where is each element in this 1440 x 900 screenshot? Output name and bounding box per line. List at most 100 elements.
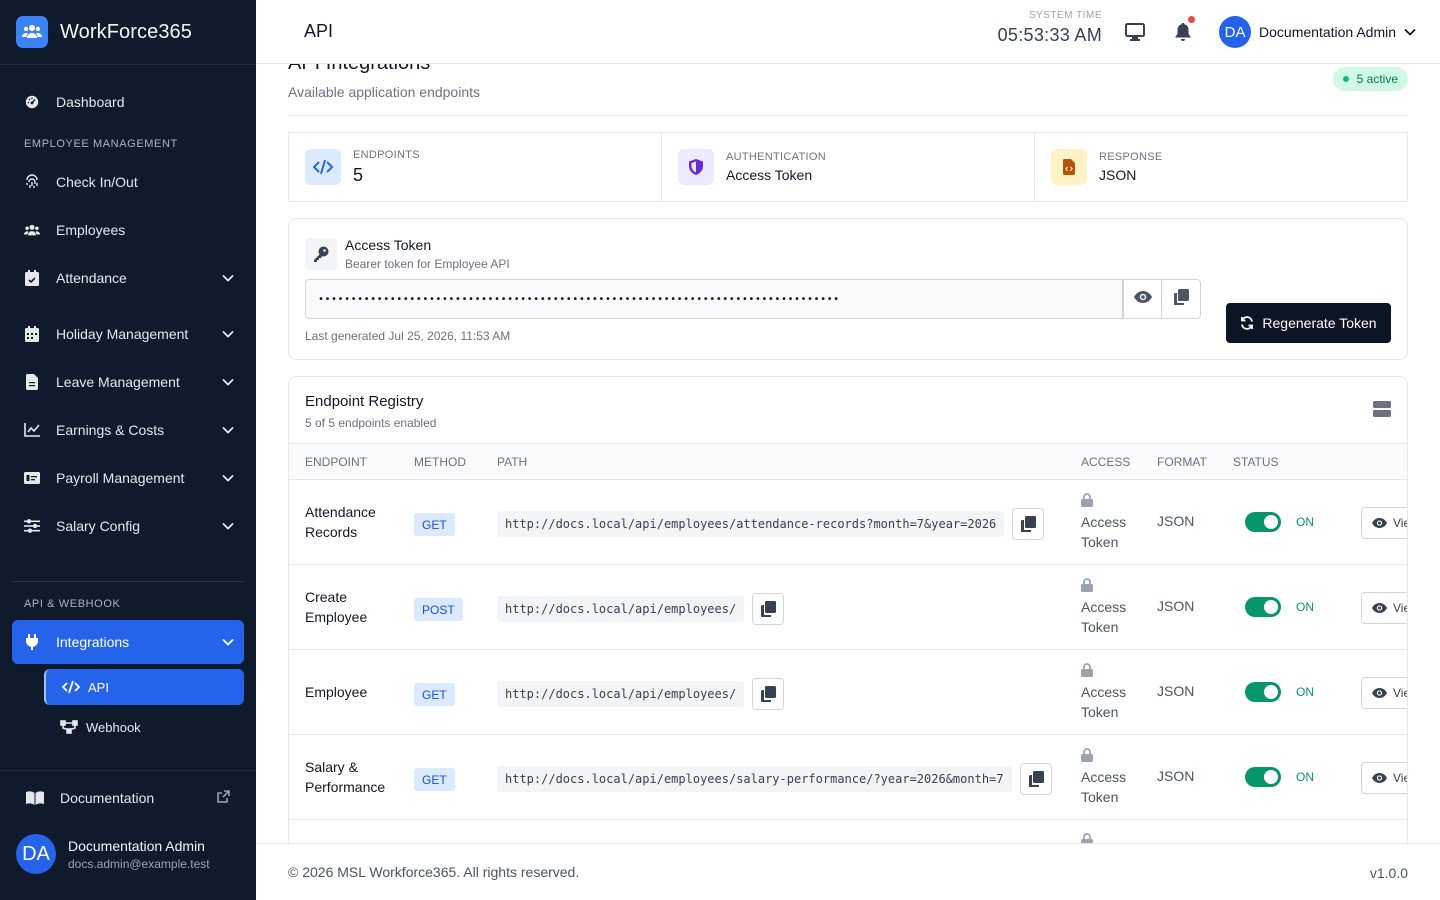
view-button[interactable]: View	[1361, 762, 1407, 794]
lock-icon	[1081, 662, 1131, 680]
lock-icon	[1081, 832, 1093, 843]
eye-icon	[1372, 518, 1387, 528]
sidebar-item-integrations[interactable]: Integrations	[12, 620, 244, 664]
sidebar-item-earnings-costs[interactable]: Earnings & Costs	[12, 406, 244, 454]
table-row: Attendance Records GET http://docs.local…	[289, 480, 1407, 565]
token-subtitle: Bearer token for Employee API	[345, 257, 510, 271]
code-icon	[62, 680, 82, 694]
sidebar-item-label: Earnings & Costs	[56, 422, 165, 438]
sidebar-item-salary-config[interactable]: Salary Config	[12, 502, 244, 550]
copyright: © 2026 MSL Workforce365. All rights rese…	[288, 864, 580, 880]
method-badge: GET	[414, 768, 455, 791]
webhook-icon	[60, 720, 80, 734]
status-toggle[interactable]	[1245, 682, 1281, 702]
view-button[interactable]: View	[1361, 677, 1407, 709]
sidebar: WorkForce365 Dashboard EMPLOYEE MANAGEME…	[0, 0, 256, 900]
access-cell: Access Token	[1081, 662, 1131, 722]
documentation-link[interactable]: Documentation	[0, 771, 256, 825]
sidebar-subitem-webhook[interactable]: Webhook	[44, 709, 244, 745]
access-label: Access Token	[1081, 769, 1127, 805]
sidebar-item-leave-management[interactable]: Leave Management	[12, 358, 244, 406]
server-icon[interactable]	[1373, 401, 1391, 419]
format-cell: JSON	[1157, 513, 1195, 529]
version: v1.0.0	[1369, 865, 1408, 881]
show-token-button[interactable]	[1123, 279, 1163, 319]
status-toggle[interactable]	[1245, 597, 1281, 617]
format-cell: JSON	[1157, 598, 1195, 614]
column-header: STATUS	[1233, 455, 1279, 469]
system-time-label: SYSTEM TIME	[1028, 10, 1102, 21]
endpoint-name: Attendance Records	[305, 504, 376, 540]
view-label: View	[1393, 516, 1407, 530]
endpoint-name: Create Employee	[305, 589, 368, 625]
file-icon	[24, 374, 40, 390]
method-badge: POST	[414, 598, 463, 621]
section-label-api: API & WEBHOOK	[24, 598, 121, 610]
copy-token-button[interactable]	[1161, 279, 1201, 319]
view-button[interactable]: View	[1361, 507, 1407, 539]
status-toggle[interactable]	[1245, 512, 1281, 532]
sidebar-item-label: Attendance	[56, 270, 127, 286]
top-header: API SYSTEM TIME 05:53:33 AM DA Documenta…	[256, 0, 1440, 64]
stat-label: AUTHENTICATION	[726, 151, 826, 163]
sidebar-item-dashboard[interactable]: Dashboard	[12, 78, 244, 126]
refresh-icon	[1240, 316, 1254, 330]
page-title: API	[304, 21, 334, 41]
sidebar-item-label: Salary Config	[56, 518, 141, 534]
stat-value: Access Token	[726, 167, 813, 183]
access-label: Access Token	[1081, 684, 1127, 720]
status-label: ON	[1296, 515, 1314, 529]
bell-icon[interactable]	[1171, 16, 1195, 44]
brand[interactable]: WorkForce365	[0, 0, 256, 65]
method-badge: GET	[414, 683, 455, 706]
status-label: ON	[1296, 685, 1314, 699]
section-title: API Integrations	[288, 64, 1408, 75]
copy-path-button[interactable]	[752, 678, 785, 710]
endpoint-name: Salary & Performance	[305, 759, 386, 795]
table-row: Employee GET http://docs.local/api/emplo…	[289, 650, 1407, 735]
chevron-down-icon	[222, 424, 234, 436]
stat-value: JSON	[1099, 167, 1137, 183]
endpoint-path: http://docs.local/api/employees/	[497, 596, 745, 622]
user-email: docs.admin@example.test	[68, 856, 210, 871]
external-link-icon	[217, 790, 230, 806]
copy-icon	[1173, 288, 1189, 310]
chevron-down-icon	[1404, 23, 1416, 41]
copy-icon	[1028, 771, 1044, 787]
column-header: PATH	[497, 455, 528, 469]
sidebar-item-employees[interactable]: Employees	[12, 206, 244, 254]
sidebar-item-check-in-out[interactable]: Check In/Out	[12, 158, 244, 206]
monitor-icon[interactable]	[1123, 20, 1147, 44]
regenerate-token-button[interactable]: Regenerate Token	[1226, 303, 1391, 343]
status-toggle[interactable]	[1245, 767, 1281, 787]
column-header: METHOD	[414, 455, 466, 469]
sidebar-item-holiday-management[interactable]: Holiday Management	[12, 310, 244, 358]
plug-icon	[24, 634, 40, 650]
status-label: ON	[1296, 770, 1314, 784]
sidebar-item-label: Dashboard	[56, 94, 125, 110]
sidebar-item-payroll-management[interactable]: Payroll Management	[12, 454, 244, 502]
stat-response: RESPONSE JSON	[1035, 133, 1407, 201]
divider	[288, 115, 1408, 116]
token-input[interactable]: ••••••••••••••••••••••••••••••••••••••••…	[305, 279, 1123, 319]
copy-path-button[interactable]	[1019, 763, 1052, 795]
table-row	[289, 820, 1407, 843]
sidebar-user[interactable]: DA Documentation Admin docs.admin@exampl…	[0, 825, 256, 883]
sidebar-item-attendance[interactable]: Attendance	[12, 254, 244, 302]
app-name: WorkForce365	[60, 20, 192, 43]
copy-icon	[1021, 516, 1037, 532]
view-label: View	[1393, 686, 1407, 700]
column-header: ACCESS	[1081, 455, 1131, 469]
registry-title: Endpoint Registry	[305, 393, 424, 410]
chevron-down-icon	[222, 636, 234, 648]
copy-path-button[interactable]	[1012, 508, 1045, 540]
view-button[interactable]: View	[1361, 592, 1407, 624]
header-user-menu[interactable]: DA Documentation Admin	[1219, 16, 1416, 48]
chevron-down-icon	[222, 376, 234, 388]
sidebar-subitem-api[interactable]: API	[44, 669, 244, 705]
copy-icon	[761, 601, 777, 617]
copy-path-button[interactable]	[752, 593, 785, 625]
user-name: Documentation Admin	[68, 837, 205, 854]
documentation-label: Documentation	[60, 790, 155, 806]
chevron-down-icon	[222, 472, 234, 484]
